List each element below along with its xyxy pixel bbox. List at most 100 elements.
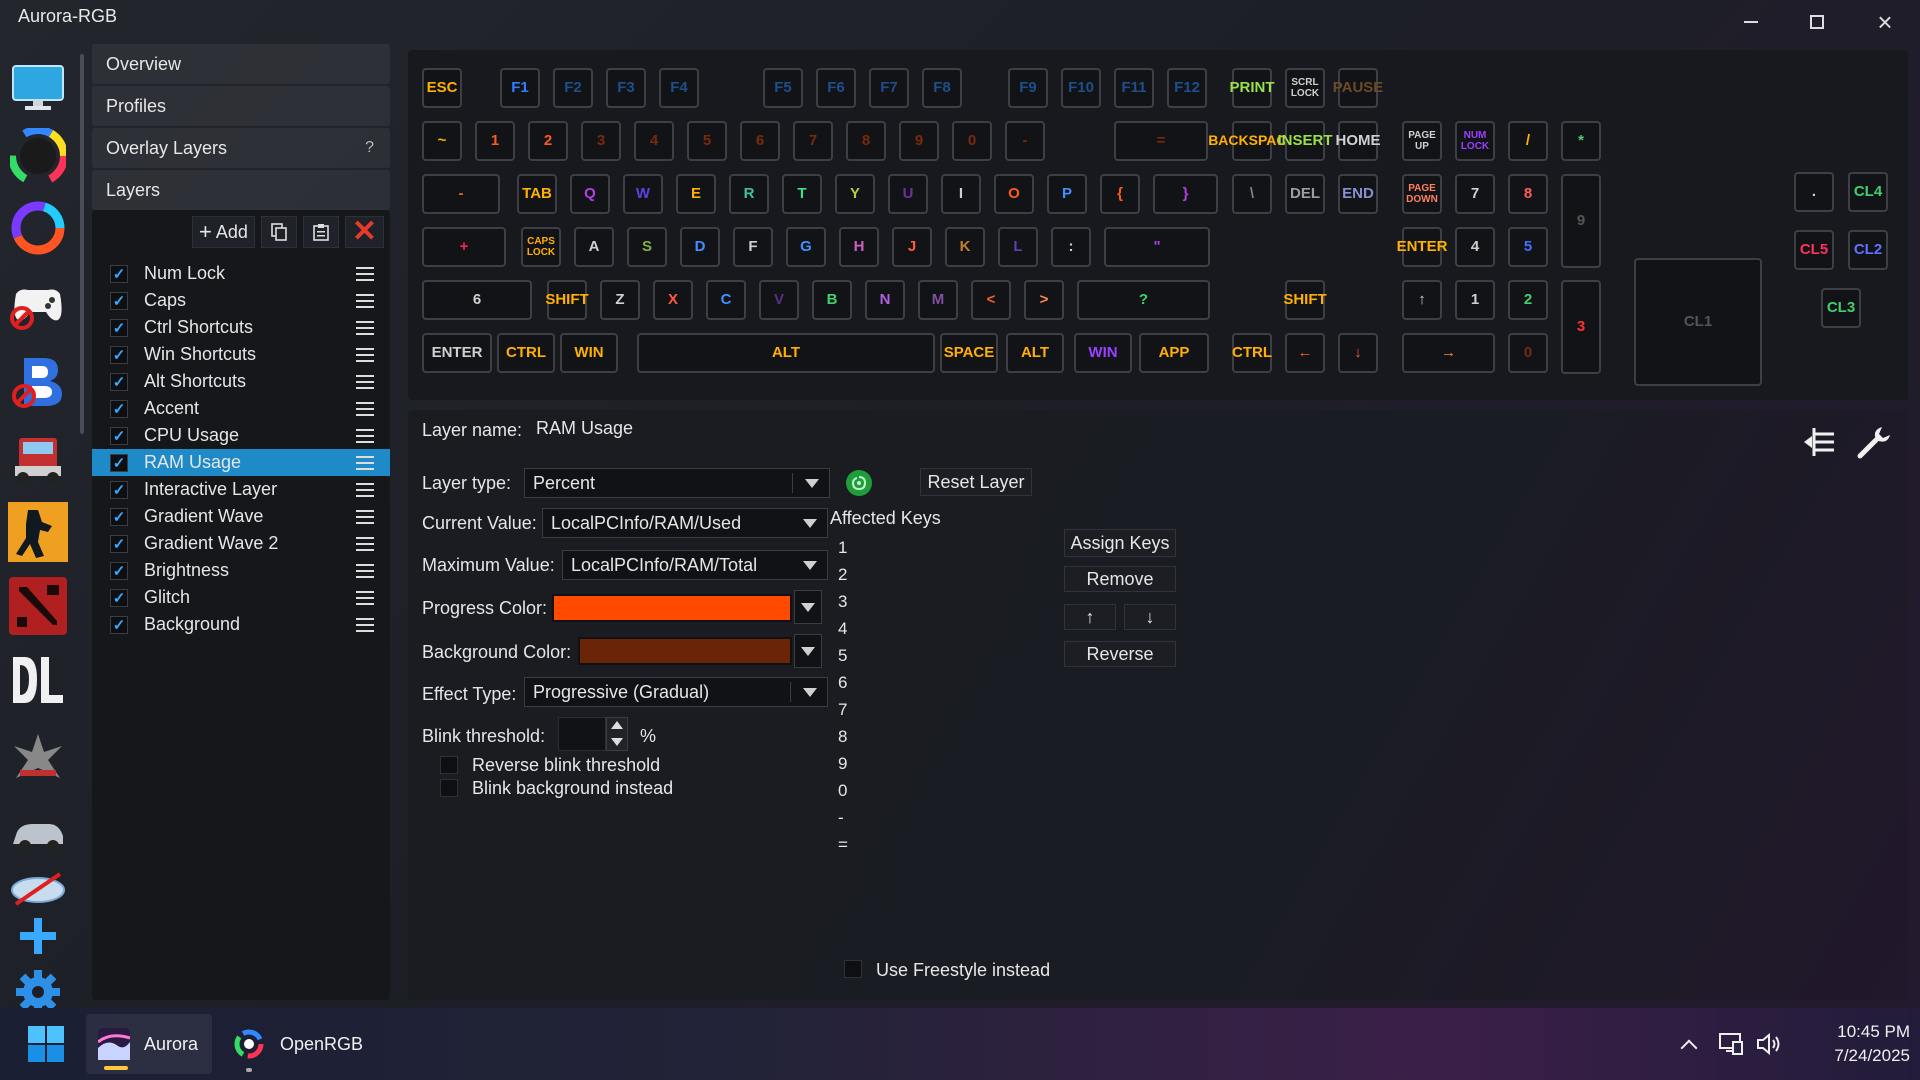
key-8[interactable]: 8 [1508,174,1548,214]
nav-overview[interactable]: Overview [92,44,390,84]
key-[interactable]: → [1402,333,1495,373]
key-num-lock[interactable]: NUM LOCK [1455,121,1495,161]
layer-row[interactable]: ✓ Gradient Wave 2 [92,530,390,557]
key-enter[interactable]: ENTER [1397,227,1447,267]
app-counter-strike-icon[interactable] [8,502,68,562]
key-cl4[interactable]: CL4 [1848,172,1888,212]
start-button[interactable] [28,1014,68,1074]
key-esc[interactable]: ESC [422,68,462,108]
layer-row[interactable]: ✓ RAM Usage [92,449,390,476]
drag-handle-icon[interactable] [356,536,374,551]
affected-key-item[interactable]: - [838,804,978,831]
blink-threshold-input[interactable] [558,717,606,751]
affected-key-item[interactable]: 6 [838,669,978,696]
key-alt[interactable]: ALT [1006,333,1064,373]
key-5[interactable]: 5 [687,121,727,161]
key-caps-lock[interactable]: CAPS LOCK [521,227,561,267]
key-k[interactable]: K [945,227,985,267]
affected-key-item[interactable]: 0 [838,777,978,804]
key-space[interactable]: SPACE [940,333,998,373]
key-b[interactable]: B [812,280,852,320]
network-button[interactable] [1718,1014,1746,1074]
key-del[interactable]: DEL [1285,174,1325,214]
show-hidden-icons-button[interactable] [1676,1014,1702,1074]
layer-enabled-checkbox[interactable]: ✓ [110,453,128,472]
drag-handle-icon[interactable] [356,374,374,389]
key-u[interactable]: U [888,174,928,214]
affected-keys-list[interactable]: 1 2 3 4 5 6 7 8 9 0- = [838,534,978,858]
app-list-scrollbar[interactable] [80,54,84,434]
key-win[interactable]: WIN [1074,333,1132,373]
drag-handle-icon[interactable] [356,347,374,362]
key-f[interactable]: F [733,227,773,267]
affected-key-item[interactable]: 1 [838,534,978,561]
key-q[interactable]: Q [570,174,610,214]
app-dying-light-icon[interactable] [8,650,68,710]
taskbar-openrgb[interactable]: OpenRGB [234,1014,370,1074]
key-[interactable]: ← [1285,333,1325,373]
key-a[interactable]: A [574,227,614,267]
key-0[interactable]: 0 [952,121,992,161]
key-6[interactable]: 6 [422,280,532,320]
close-button[interactable]: × [1852,0,1918,44]
nav-profiles[interactable]: Profiles [92,86,390,126]
app-color-wheel-icon[interactable] [8,126,68,186]
drag-handle-icon[interactable] [356,401,374,416]
layer-type-select[interactable]: Percent [524,468,830,498]
key-[interactable]: ↓ [1338,333,1378,373]
copy-layer-button[interactable] [260,216,297,248]
remove-key-button[interactable]: Remove [1064,566,1176,592]
key-f5[interactable]: F5 [763,68,803,108]
key-[interactable]: ~ [422,121,462,161]
nav-layers[interactable]: Layers [92,170,390,210]
key-cl1[interactable]: CL1 [1634,258,1762,386]
effect-type-select[interactable]: Progressive (Gradual) [524,677,828,707]
key-pause[interactable]: PAUSE [1333,68,1383,108]
key-[interactable]: \ [1232,174,1272,214]
assign-keys-button[interactable]: Assign Keys [1064,529,1176,557]
reverse-blink-checkbox[interactable] [440,756,458,774]
background-color-dropdown[interactable] [794,634,822,668]
key-alt[interactable]: ALT [637,333,935,373]
affected-key-item[interactable]: 3 [838,588,978,615]
layer-enabled-checkbox[interactable]: ✓ [110,399,128,418]
affected-key-item[interactable]: 4 [838,615,978,642]
add-layer-button[interactable]: + Add [191,216,255,248]
app-desktop-icon[interactable] [8,58,68,118]
drag-handle-icon[interactable] [356,509,374,524]
key-y[interactable]: Y [835,174,875,214]
key-print[interactable]: PRINT [1230,68,1275,108]
key-[interactable]: - [1005,121,1045,161]
add-application-button[interactable] [8,906,68,966]
key-7[interactable]: 7 [793,121,833,161]
drag-handle-icon[interactable] [356,320,374,335]
layer-enabled-checkbox[interactable]: ✓ [110,264,128,283]
key-ctrl[interactable]: CTRL [497,333,555,373]
layer-row[interactable]: ✓ Glitch [92,584,390,611]
paste-layer-button[interactable] [302,216,339,248]
app-car-icon[interactable] [8,804,68,864]
key-6[interactable]: 6 [740,121,780,161]
key-f9[interactable]: F9 [1008,68,1048,108]
key-8[interactable]: 8 [846,121,886,161]
blink-background-checkbox[interactable] [440,779,458,797]
key-5[interactable]: 5 [1508,227,1548,267]
layer-enabled-checkbox[interactable]: ✓ [110,372,128,391]
affected-key-item[interactable]: 8 [838,723,978,750]
key-[interactable]: > [1024,280,1064,320]
key-[interactable]: - [422,174,500,214]
key-app[interactable]: APP [1139,333,1209,373]
key-[interactable]: : [1051,227,1091,267]
key-end[interactable]: END [1338,174,1378,214]
drag-handle-icon[interactable] [356,266,374,281]
move-key-up-button[interactable]: ↑ [1064,604,1116,630]
current-value-select[interactable]: LocalPCInfo/RAM/Used [542,508,828,538]
key-9[interactable]: 9 [1561,174,1601,268]
progress-color-swatch[interactable] [552,594,792,622]
layer-row[interactable]: ✓ Num Lock [92,260,390,287]
key-z[interactable]: Z [600,280,640,320]
drag-handle-icon[interactable] [356,617,374,632]
affected-key-item[interactable]: 5 [838,642,978,669]
drag-handle-icon[interactable] [356,293,374,308]
affected-key-item[interactable]: = [838,831,978,858]
